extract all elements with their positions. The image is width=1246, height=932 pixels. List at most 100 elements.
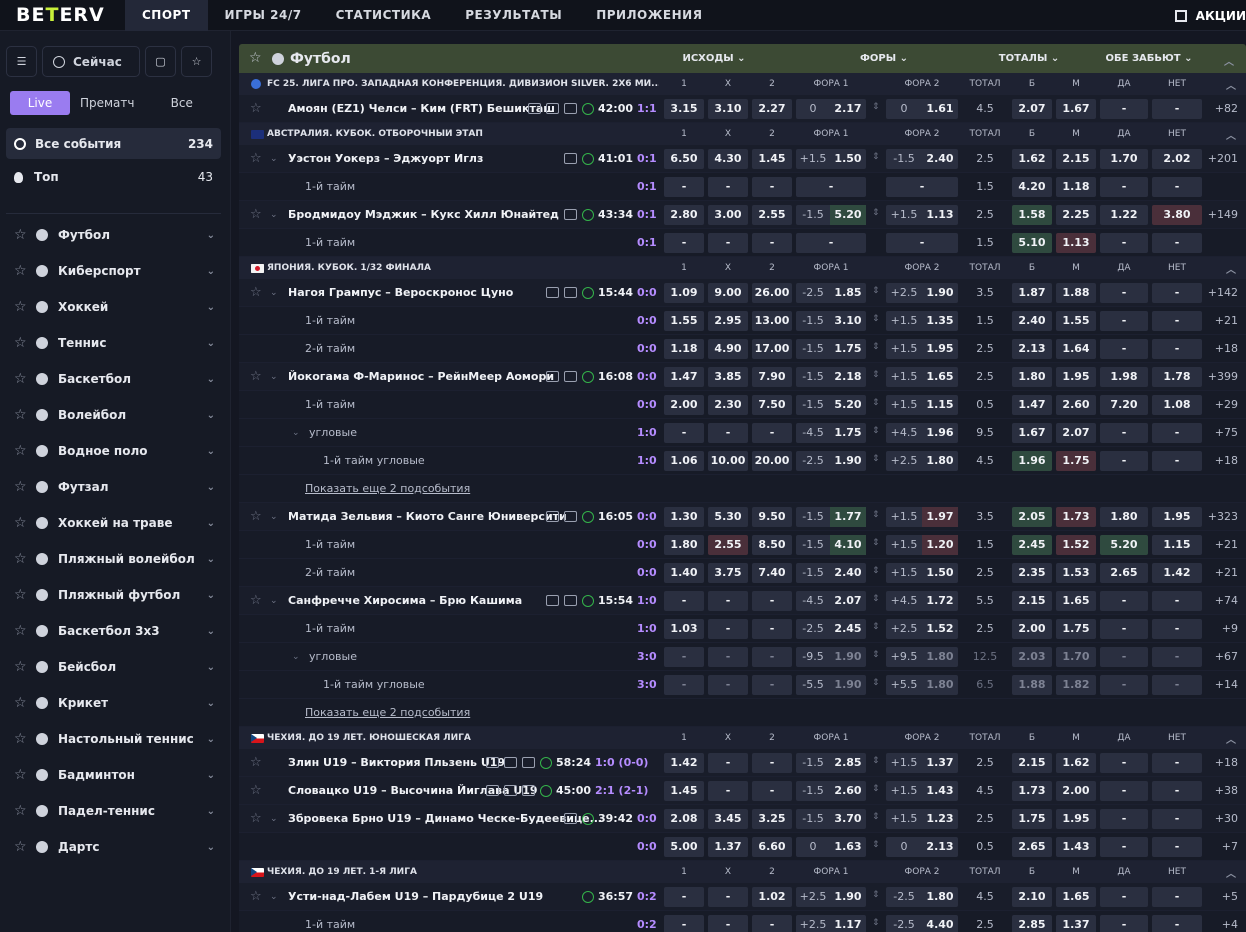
chevron-down-icon[interactable]: ⌄ xyxy=(207,374,215,385)
filter-settings-button[interactable]: ☰ xyxy=(6,46,37,77)
chevron-down-icon[interactable]: ⌄ xyxy=(207,446,215,457)
subevent-name[interactable]: 1-й тайм xyxy=(305,918,355,931)
show-more-link[interactable]: Показать еще 2 подсобытия xyxy=(305,706,470,719)
sidebar-sport-item[interactable]: ☆ Дартс ⌄ xyxy=(0,829,231,865)
handicap1-cell[interactable]: +1.5 1.50 xyxy=(796,149,866,169)
odds-cell[interactable]: 6.50 xyxy=(664,149,704,169)
swap-icon[interactable]: ⇕ xyxy=(872,102,880,112)
sidebar-sport-item[interactable]: ☆ Хоккей ⌄ xyxy=(0,289,231,325)
handicap1-cell[interactable]: -1.5 3.70 xyxy=(796,809,866,829)
under-cell[interactable]: 1.65 xyxy=(1056,591,1096,611)
stats-icon[interactable] xyxy=(522,757,535,768)
chevron-down-icon[interactable]: ⌄ xyxy=(207,302,215,313)
subevent-name[interactable]: 1-й тайм xyxy=(305,622,355,635)
odds-cell[interactable]: 1.42 xyxy=(664,753,704,773)
swap-icon[interactable]: ⇕ xyxy=(872,538,880,548)
handicap2-cell[interactable]: +2.5 1.52 xyxy=(886,619,958,639)
event-row[interactable]: ☆ ⌄ Бродмидоу Мэджик – Кукс Хилл Юнайтед 0:… xyxy=(239,201,1246,229)
event-row[interactable]: ☆ Злин U19 – Виктория Пльзень U19 1:0 (0-0… xyxy=(239,749,1246,777)
over-cell[interactable]: 1.88 xyxy=(1012,675,1052,695)
under-cell[interactable]: 1.13 xyxy=(1056,233,1096,253)
handicap1-cell[interactable]: -5.5 1.90 xyxy=(796,675,866,695)
swap-icon[interactable]: ⇕ xyxy=(872,152,880,162)
field-icon[interactable] xyxy=(546,287,559,298)
over-cell[interactable]: 2.10 xyxy=(1012,887,1052,907)
odds-cell[interactable]: 2.55 xyxy=(752,205,792,225)
more-markets-link[interactable]: +75 xyxy=(1215,426,1238,439)
swap-icon[interactable]: ⇕ xyxy=(872,286,880,296)
handicap2-cell[interactable]: +1.5 1.97 xyxy=(886,507,958,527)
favorite-star-icon[interactable]: ☆ xyxy=(250,889,262,904)
subevent-row[interactable]: 1-й тайм 0:1- - - - -1.5 5.10 1.13- - xyxy=(239,229,1246,257)
favorite-star-icon[interactable]: ☆ xyxy=(14,480,27,494)
odds-cell[interactable]: 2.27 xyxy=(752,99,792,119)
league-name[interactable]: АВСТРАЛИЯ. КУБОК. ОТБОРОЧНЫЙ ЭТАП xyxy=(267,129,659,139)
nav-item-1[interactable]: ИГРЫ 24/7 xyxy=(208,0,319,31)
under-cell[interactable]: 2.07 xyxy=(1056,423,1096,443)
swap-icon[interactable]: ⇕ xyxy=(872,398,880,408)
favorite-star-icon[interactable]: ☆ xyxy=(14,228,27,242)
chevron-down-icon[interactable]: ⌄ xyxy=(207,482,215,493)
more-markets-link[interactable]: +74 xyxy=(1215,594,1238,607)
field-icon[interactable] xyxy=(546,371,559,382)
event-row[interactable]: ☆ ⌄ Матида Зельвия – Киото Санге Юниверсит… xyxy=(239,503,1246,531)
under-cell[interactable]: 2.25 xyxy=(1056,205,1096,225)
favorite-star-icon[interactable]: ☆ xyxy=(14,372,27,386)
odds-cell[interactable]: 4.90 xyxy=(708,339,748,359)
favorite-star-icon[interactable]: ☆ xyxy=(250,783,262,798)
event-row[interactable]: ☆ ⌄ Уэстон Уокерз – Эджуорт Иглз 0:1 41:01 6.… xyxy=(239,145,1246,173)
collapse-icon[interactable]: ︿ xyxy=(1226,77,1236,92)
odds-cell[interactable]: 6.60 xyxy=(752,837,792,857)
handicap2-cell[interactable]: +1.5 1.15 xyxy=(886,395,958,415)
subevent-name[interactable]: угловые xyxy=(309,426,357,439)
more-markets-link[interactable]: +201 xyxy=(1208,152,1238,165)
handicap1-cell[interactable]: -1.5 5.20 xyxy=(796,205,866,225)
odds-cell[interactable]: 1.02 xyxy=(752,887,792,907)
chevron-down-icon[interactable]: ⌄ xyxy=(207,662,215,673)
chevron-down-icon[interactable]: ⌄ xyxy=(270,512,278,522)
swap-icon[interactable]: ⇕ xyxy=(872,678,880,688)
chevron-down-icon[interactable]: ⌄ xyxy=(207,842,215,853)
favorite-star-icon[interactable]: ☆ xyxy=(14,696,27,710)
more-markets-link[interactable]: +142 xyxy=(1208,286,1238,299)
handicap2-cell[interactable]: +1.5 1.13 xyxy=(886,205,958,225)
swap-icon[interactable]: ⇕ xyxy=(872,812,880,822)
handicap2-cell[interactable]: +9.5 1.80 xyxy=(886,647,958,667)
chevron-down-icon[interactable]: ⌄ xyxy=(270,892,278,902)
odds-cell[interactable]: 7.40 xyxy=(752,563,792,583)
odds-cell[interactable]: 13.00 xyxy=(752,311,792,331)
stats-icon[interactable] xyxy=(564,103,577,114)
subevent-row[interactable]: 2-й тайм 0:0 1.18 4.90 17.00 -1.5 1.75 +1.5 1.95… xyxy=(239,335,1246,363)
over-cell[interactable]: 2.05 xyxy=(1012,507,1052,527)
sidebar-sport-item[interactable]: ☆ Крикет ⌄ xyxy=(0,685,231,721)
odds-cell[interactable]: 2.55 xyxy=(708,535,748,555)
handicap1-cell[interactable]: -1.5 2.40 xyxy=(796,563,866,583)
stats-icon[interactable] xyxy=(564,595,577,606)
more-markets-link[interactable]: +18 xyxy=(1215,342,1238,355)
over-cell[interactable]: 2.13 xyxy=(1012,339,1052,359)
over-cell[interactable]: 2.65 xyxy=(1012,837,1052,857)
tab-prematch[interactable]: Прематч xyxy=(70,91,145,115)
odds-cell[interactable]: 10.00 xyxy=(708,451,748,471)
handicap2-cell[interactable]: +2.5 1.90 xyxy=(886,283,958,303)
under-cell[interactable]: 1.70 xyxy=(1056,647,1096,667)
show-more-link[interactable]: Показать еще 2 подсобытия xyxy=(305,482,470,495)
favorite-star-icon[interactable]: ☆ xyxy=(250,101,262,116)
over-cell[interactable]: 1.62 xyxy=(1012,149,1052,169)
handicap1-cell[interactable]: -1.5 5.20 xyxy=(796,395,866,415)
chevron-down-icon[interactable]: ⌄ xyxy=(270,814,278,824)
under-cell[interactable]: 1.62 xyxy=(1056,753,1096,773)
over-cell[interactable]: 2.40 xyxy=(1012,311,1052,331)
sidebar-sport-item[interactable]: ☆ Футбол ⌄ xyxy=(0,217,231,253)
odds-cell[interactable]: 1.37 xyxy=(708,837,748,857)
field-icon[interactable] xyxy=(546,103,559,114)
handicap2-cell[interactable]: +1.5 1.35 xyxy=(886,311,958,331)
sidebar-sport-item[interactable]: ☆ Волейбол ⌄ xyxy=(0,397,231,433)
all-events-item[interactable]: Все события 234 xyxy=(6,128,221,159)
swap-icon[interactable]: ⇕ xyxy=(872,314,880,324)
subevent-name[interactable]: 1-й тайм xyxy=(305,180,355,193)
subevent-row[interactable]: 1-й тайм угловые 3:0- - - -5.5 1.90 +5.5 1.80 ⇕ 6… xyxy=(239,671,1246,699)
swap-icon[interactable]: ⇕ xyxy=(872,342,880,352)
chevron-down-icon[interactable]: ⌄ xyxy=(270,596,278,606)
event-name[interactable]: Уэстон Уокерз – Эджуорт Иглз xyxy=(288,152,483,165)
